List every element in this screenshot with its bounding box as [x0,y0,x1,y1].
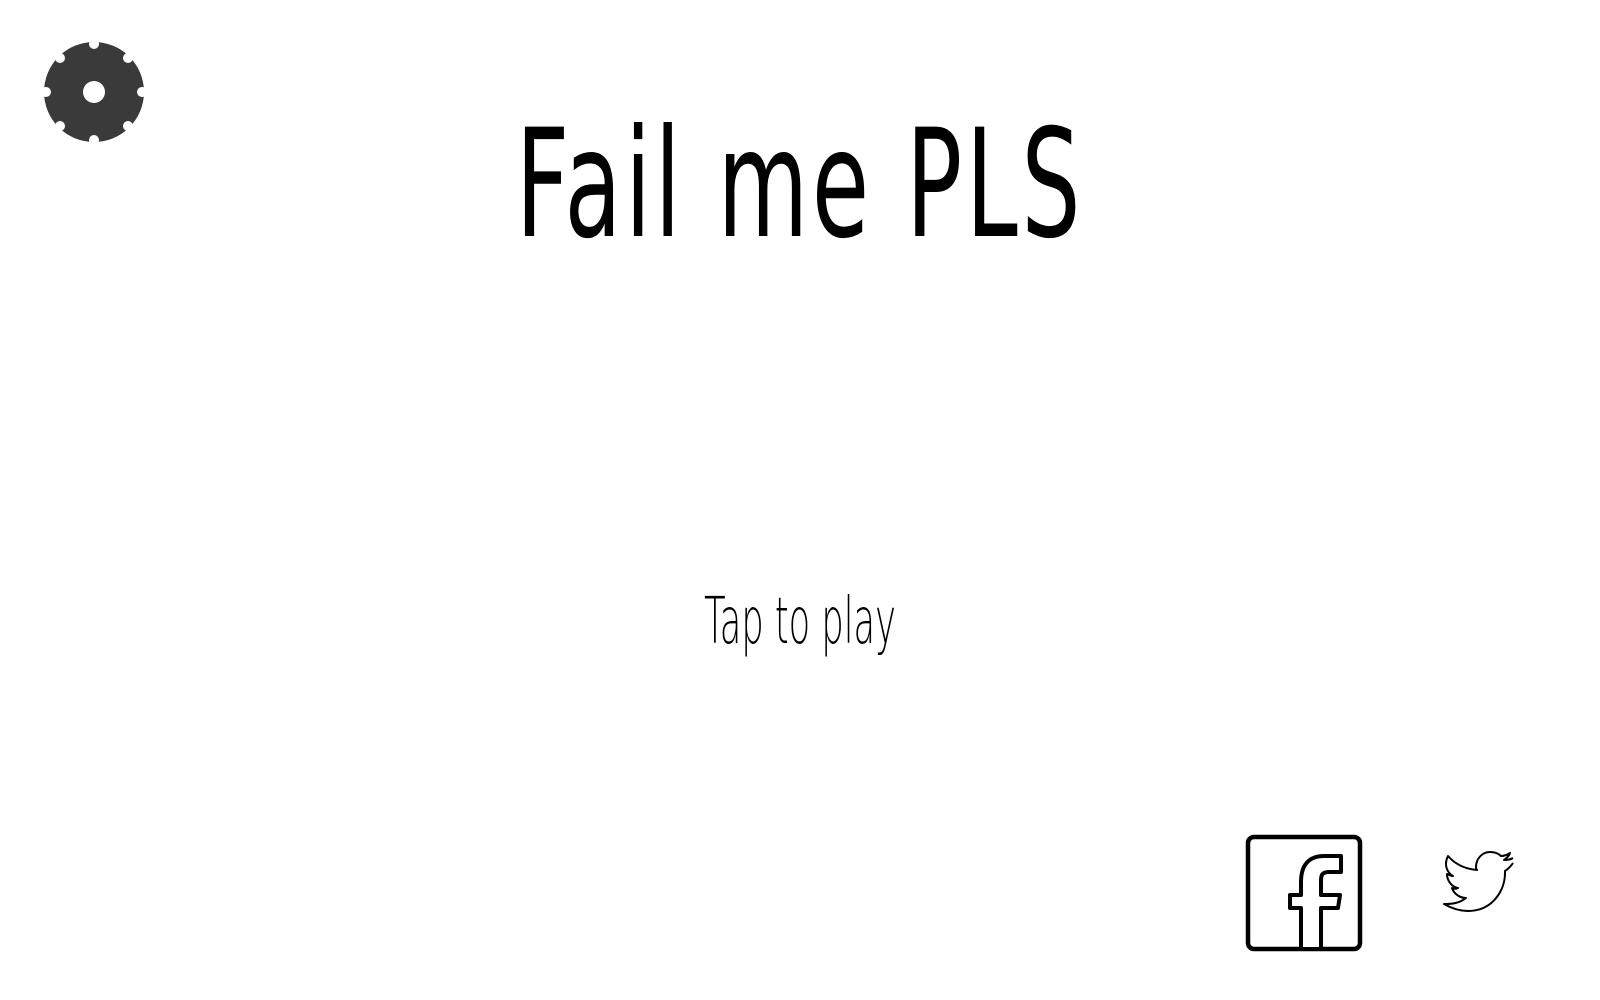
facebook-share-button[interactable] [1245,834,1363,952]
title-screen[interactable]: Fail me PLS Tap to play [0,0,1600,1000]
facebook-icon [1245,834,1363,952]
tap-to-play-prompt[interactable]: Tap to play [360,590,1240,654]
gear-icon [44,42,144,142]
twitter-share-button[interactable] [1442,851,1518,915]
twitter-bird-icon [1443,851,1514,912]
game-title: Fail me PLS [515,98,1085,272]
settings-button[interactable] [44,42,144,142]
